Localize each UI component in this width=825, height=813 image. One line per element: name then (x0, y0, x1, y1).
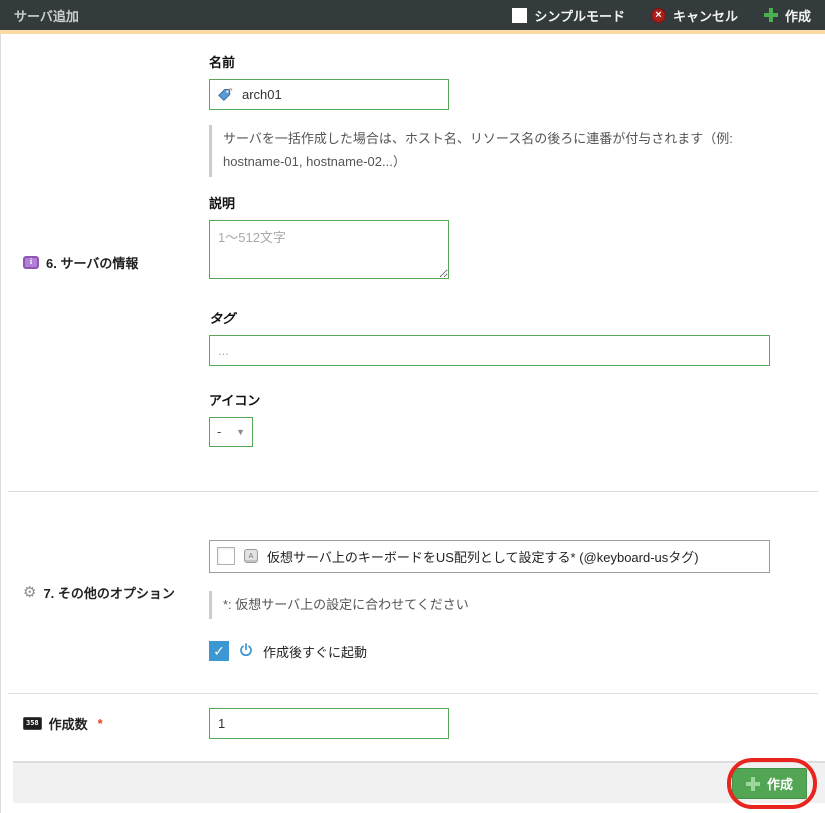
simple-mode-toggle[interactable]: シンプルモード (512, 6, 625, 25)
section-other-options-label: ⚙ 7. その他のオプション (1, 492, 209, 694)
form-content: i 6. サーバの情報 名前 サーバを一括作成した場合は、ホスト名、リソース名の… (0, 34, 825, 813)
required-asterisk: * (97, 716, 103, 732)
section-other-options-title: 7. その他のオプション (43, 585, 175, 601)
tags-label: タグ (209, 310, 236, 326)
keyboard-us-label[interactable]: 仮想サーバ上のキーボードをUS配列として設定する* (@keyboard-usタ… (267, 547, 699, 566)
section-other-options-fields: A 仮想サーバ上のキーボードをUS配列として設定する* (@keyboard-u… (209, 492, 825, 694)
chevron-down-icon: ▼ (236, 426, 245, 437)
boot-after-create-row: ✓ 作成後すぐに起動 (209, 641, 809, 662)
section-server-info: i 6. サーバの情報 名前 サーバを一括作成した場合は、ホスト名、リソース名の… (1, 34, 825, 491)
info-card-icon: i (23, 255, 39, 269)
name-label: 名前 (209, 55, 236, 70)
name-help-text: サーバを一括作成した場合は、ホスト名、リソース名の後ろに連番が付与されます（例:… (209, 125, 791, 177)
simple-mode-checkbox[interactable] (512, 7, 528, 23)
gear-icon: ⚙ (23, 583, 37, 601)
create-button-label: 作成 (766, 777, 793, 793)
row-create-count: 358 作成数 * (1, 694, 825, 761)
simple-mode-label[interactable]: シンプルモード (534, 6, 625, 25)
power-icon (238, 642, 254, 661)
cancel-label[interactable]: キャンセル (673, 6, 738, 25)
cancel-button[interactable]: × キャンセル (650, 6, 738, 25)
section-other-options: ⚙ 7. その他のオプション A 仮想サーバ上のキーボードをUS配列として設定す… (1, 492, 825, 694)
create-button-header[interactable]: 作成 (763, 6, 811, 25)
plus-icon (763, 8, 778, 22)
cancel-x-icon: × (650, 7, 666, 23)
title-bar: サーバ追加 シンプルモード × キャンセル 作成 (0, 0, 825, 30)
create-count-input[interactable] (209, 708, 449, 740)
page-title: サーバ追加 (14, 8, 79, 24)
icon-select[interactable]: - ▼ (209, 416, 253, 447)
keyboard-us-note: *: 仮想サーバ上の設定に合わせてください (209, 590, 791, 620)
boot-after-create-checkbox[interactable]: ✓ (209, 641, 229, 662)
tag-icon (217, 87, 234, 105)
section-server-info-fields: 名前 サーバを一括作成した場合は、ホスト名、リソース名の後ろに連番が付与されます… (209, 34, 825, 491)
icon-select-value: - (217, 424, 222, 439)
name-input[interactable] (209, 79, 449, 110)
keyboard-us-checkbox[interactable] (217, 547, 235, 565)
create-count-label-group: 358 作成数 * (1, 714, 209, 733)
numeric-counter-icon: 358 (23, 717, 42, 731)
description-textarea[interactable] (209, 219, 449, 279)
plus-icon (745, 776, 760, 791)
description-label: 説明 (209, 195, 236, 211)
create-label-header[interactable]: 作成 (785, 6, 811, 25)
boot-after-create-label[interactable]: 作成後すぐに起動 (263, 642, 367, 661)
create-button[interactable]: 作成 (731, 768, 807, 800)
icon-label: アイコン (209, 392, 261, 408)
section-server-info-title: 6. サーバの情報 (46, 255, 139, 271)
keyboard-key-icon: A (244, 549, 258, 563)
tags-input[interactable] (209, 334, 770, 366)
section-server-info-label: i 6. サーバの情報 (1, 34, 209, 491)
footer-bar: 作成 (13, 758, 825, 810)
title-bar-actions: シンプルモード × キャンセル 作成 (512, 6, 811, 25)
keyboard-us-option-row: A 仮想サーバ上のキーボードをUS配列として設定する* (@keyboard-u… (209, 539, 770, 573)
name-input-wrap (209, 79, 449, 110)
create-count-label: 作成数 (48, 717, 88, 733)
create-count-field (209, 708, 825, 740)
